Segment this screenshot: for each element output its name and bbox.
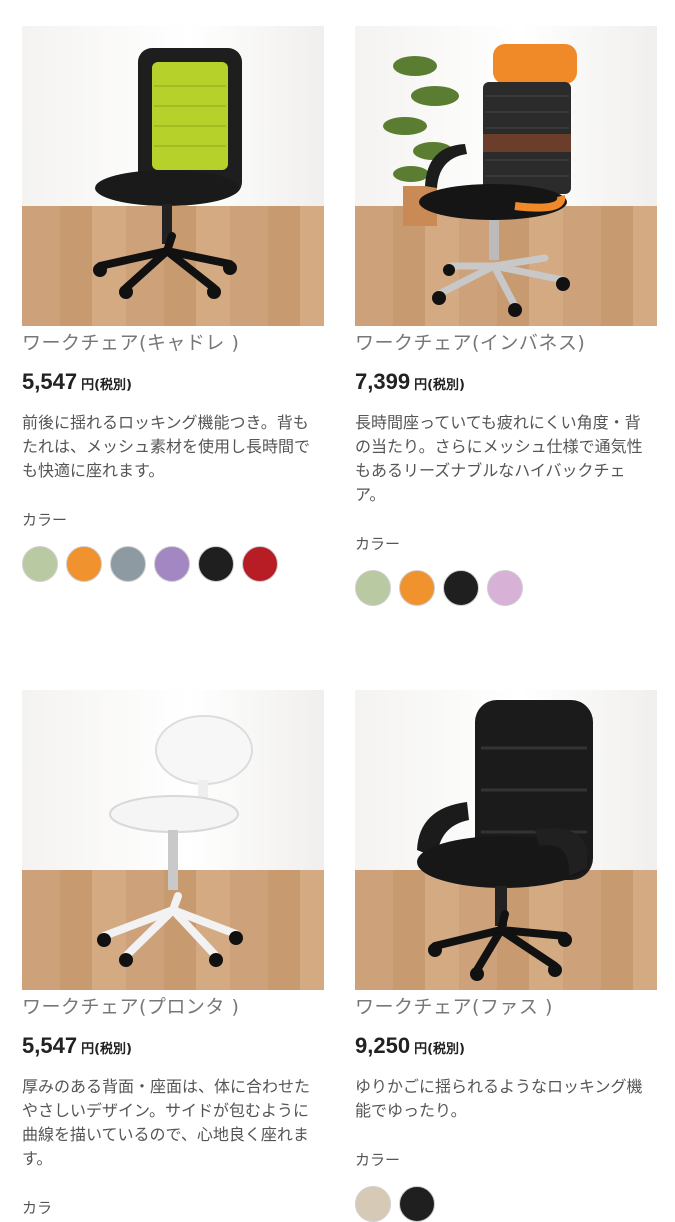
product-price: 7,399	[355, 369, 411, 394]
price-unit: 円(税別)	[414, 378, 465, 393]
price-row: 5,547 円(税別)	[22, 1033, 324, 1059]
price-unit: 円(税別)	[81, 1042, 132, 1057]
office-chair-image	[93, 48, 242, 299]
product-name[interactable]: ワークチェア(インバネス)	[355, 328, 657, 355]
product-price: 5,547	[22, 1033, 78, 1058]
office-chair-image	[383, 44, 577, 317]
color-label: カラー	[22, 511, 68, 529]
price-row: 7,399 円(税別)	[355, 369, 657, 395]
office-chair-image	[97, 715, 253, 967]
color-swatch[interactable]	[355, 1186, 391, 1222]
product-name[interactable]: ワークチェア(ファス )	[355, 992, 657, 1019]
color-swatches	[22, 546, 324, 582]
color-label: カラ	[22, 1199, 53, 1217]
product-card[interactable]: ワークチェア(インバネス) 7,399 円(税別) 長時間座っていても疲れにくい…	[355, 26, 657, 606]
product-description: ゆりかごに揺られるようなロッキング機能でゆったり。	[355, 1077, 643, 1120]
color-swatch[interactable]	[399, 570, 435, 606]
product-price: 9,250	[355, 1033, 411, 1058]
color-swatches	[355, 1186, 657, 1222]
color-swatch[interactable]	[487, 570, 523, 606]
product-card[interactable]: ワークチェア(プロンタ ) 5,547 円(税別) 厚みのある背面・座面は、体に…	[22, 690, 324, 1218]
product-description: 前後に揺れるロッキング機能つき。背もたれは、メッシュ素材を使用し長時間でも快適に…	[22, 413, 311, 480]
color-label: カラー	[355, 535, 401, 553]
product-image[interactable]	[22, 690, 324, 990]
product-card[interactable]: ワークチェア(ファス ) 9,250 円(税別) ゆりかごに揺られるようなロッキ…	[355, 690, 657, 1222]
color-swatch[interactable]	[110, 546, 146, 582]
product-card[interactable]: ワークチェア(キャドレ ) 5,547 円(税別) 前後に揺れるロッキング機能つ…	[22, 26, 324, 582]
product-description: 長時間座っていても疲れにくい角度・背の当たり。さらにメッシュ仕様で通気性もあるリ…	[355, 413, 643, 504]
product-name[interactable]: ワークチェア(キャドレ )	[22, 328, 324, 355]
product-price: 5,547	[22, 369, 78, 394]
color-swatch[interactable]	[66, 546, 102, 582]
product-image[interactable]	[355, 690, 657, 990]
color-swatch[interactable]	[198, 546, 234, 582]
price-unit: 円(税別)	[414, 1042, 465, 1057]
price-unit: 円(税別)	[81, 378, 132, 393]
color-label: カラー	[355, 1151, 401, 1169]
color-swatch[interactable]	[399, 1186, 435, 1222]
color-swatch[interactable]	[443, 570, 479, 606]
color-swatch[interactable]	[154, 546, 190, 582]
product-name[interactable]: ワークチェア(プロンタ )	[22, 992, 324, 1019]
color-swatch[interactable]	[22, 546, 58, 582]
price-row: 5,547 円(税別)	[22, 369, 324, 395]
office-chair-image	[417, 700, 593, 981]
product-image[interactable]	[355, 26, 657, 326]
price-row: 9,250 円(税別)	[355, 1033, 657, 1059]
color-swatches	[355, 570, 657, 606]
product-description: 厚みのある背面・座面は、体に合わせたやさしいデザイン。サイドが包むように曲線を描…	[22, 1077, 311, 1168]
product-image[interactable]	[22, 26, 324, 326]
color-swatch[interactable]	[355, 570, 391, 606]
color-swatch[interactable]	[242, 546, 278, 582]
